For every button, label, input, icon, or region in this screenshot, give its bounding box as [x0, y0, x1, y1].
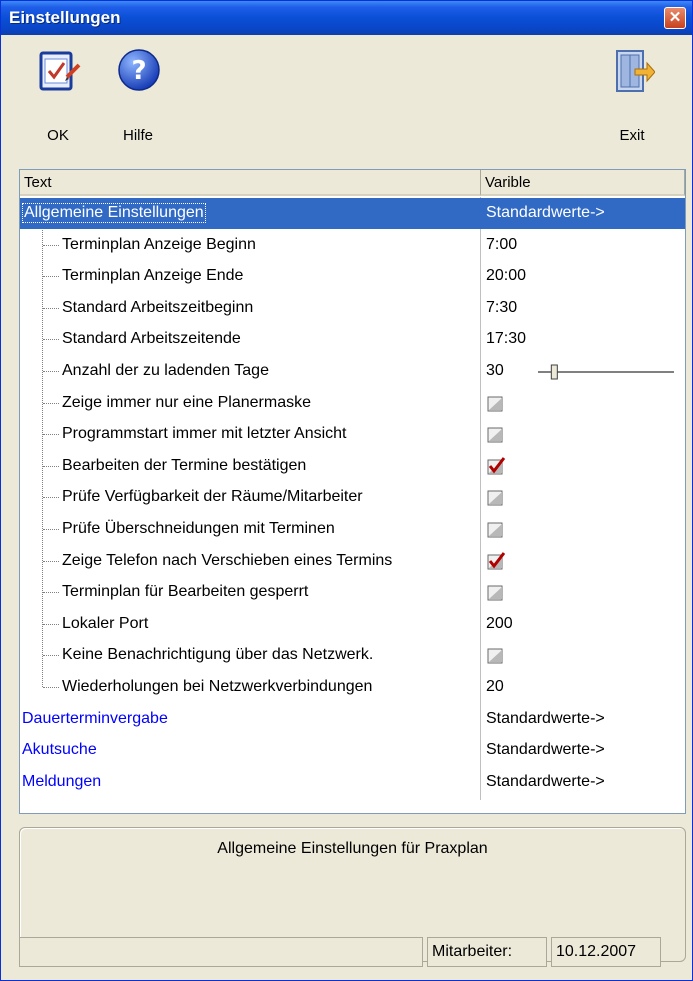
tree-connector: [43, 307, 59, 309]
row-value[interactable]: Standardwerte->: [486, 710, 605, 728]
checkbox-checked[interactable]: [487, 456, 505, 475]
tree-setting-row[interactable]: Terminplan Anzeige Beginn 7:00: [20, 230, 685, 261]
tree-connector: [43, 560, 59, 562]
row-label: Programmstart immer mit letzter Ansicht: [62, 425, 347, 443]
tree-setting-row[interactable]: Terminplan Anzeige Ende 20:00: [20, 261, 685, 292]
checkbox-unchecked[interactable]: [487, 646, 505, 664]
column-header-text[interactable]: Text: [20, 170, 481, 196]
tree-setting-row[interactable]: Standard Arbeitszeitende 17:30: [20, 324, 685, 355]
tree-setting-row[interactable]: Wiederholungen bei Netzwerkverbindungen 2…: [20, 672, 685, 703]
tree-setting-row[interactable]: Lokaler Port 200: [20, 609, 685, 640]
tree-connector: [43, 529, 59, 530]
row-label: Standard Arbeitszeitbeginn: [62, 298, 254, 316]
tree-vertical-connector: [42, 229, 43, 687]
title-bar[interactable]: Einstellungen ✕: [1, 1, 692, 35]
close-icon: ✕: [668, 9, 682, 26]
row-value[interactable]: 200: [486, 615, 513, 633]
tree-setting-row[interactable]: Programmstart immer mit letzter Ansicht: [20, 419, 685, 450]
tree-group-row[interactable]: Allgemeine Einstellungen Standardwerte->: [20, 198, 685, 229]
row-label: Terminplan Anzeige Ende: [62, 267, 244, 285]
tree-setting-row[interactable]: Anzahl der zu ladenden Tage 30: [20, 356, 685, 387]
exit-button[interactable]: Exit: [597, 43, 667, 151]
checkbox-unchecked[interactable]: [487, 520, 505, 538]
question-icon: ?: [118, 49, 160, 91]
row-label: Anzahl der zu ladenden Tage: [62, 362, 269, 379]
tree-group-row[interactable]: Meldungen Standardwerte->: [20, 767, 685, 798]
checkbox-unchecked[interactable]: [487, 583, 505, 601]
row-label: Bearbeiten der Termine bestätigen: [62, 456, 307, 474]
status-bar: Mitarbeiter: 10.12.2007: [19, 937, 686, 971]
tree-connector: [43, 497, 59, 499]
row-value[interactable]: 17:30: [486, 330, 526, 348]
row-value[interactable]: 7:00: [486, 236, 517, 254]
tree-setting-row[interactable]: Bearbeiten der Termine bestätigen: [20, 451, 685, 482]
row-label: Keine Benachrichtigung über das Netzwerk…: [62, 646, 374, 664]
days-slider[interactable]: [536, 363, 676, 381]
status-date: 10.12.2007: [551, 937, 661, 967]
status-staff-label: Mitarbeiter:: [427, 937, 547, 967]
settings-tree[interactable]: Text Varible Allgemeine Einstellungen Sta…: [19, 169, 686, 814]
tree-connector: [43, 687, 59, 688]
tree-connector: [43, 402, 59, 404]
svg-text:?: ?: [131, 56, 146, 86]
row-label: Wiederholungen bei Netzwerkverbindungen: [62, 678, 373, 695]
row-label: Zeige Telefon nach Verschieben eines Ter…: [62, 551, 393, 569]
tree-connector: [43, 244, 59, 246]
checkbox-unchecked[interactable]: [487, 488, 505, 506]
ok-button[interactable]: OK: [23, 43, 93, 151]
row-value[interactable]: 20:00: [486, 267, 526, 285]
row-label: Allgemeine Einstellungen: [22, 203, 206, 223]
column-header-variable[interactable]: Varible: [481, 170, 685, 196]
tree-setting-row[interactable]: Prüfe Überschneidungen mit Terminen: [20, 514, 685, 545]
tree-connector: [43, 434, 59, 436]
row-value[interactable]: 20: [486, 678, 504, 696]
checkbox-checked[interactable]: [487, 551, 505, 570]
tree-connector: [43, 465, 59, 467]
exit-label: Exit: [619, 127, 645, 144]
clipboard-check-icon: [39, 51, 81, 91]
row-value[interactable]: Standardwerte->: [486, 741, 605, 759]
tree-group-row[interactable]: Akutsuche Standardwerte->: [20, 735, 685, 766]
row-value[interactable]: 7:30: [486, 299, 517, 317]
tree-setting-row[interactable]: Standard Arbeitszeitbeginn 7:30: [20, 293, 685, 324]
tree-connector: [43, 592, 59, 594]
row-label: Lokaler Port: [62, 614, 149, 632]
tree-setting-row[interactable]: Keine Benachrichtigung über das Netzwerk…: [20, 640, 685, 671]
help-button[interactable]: ? Hilfe: [103, 43, 173, 151]
tree-connector: [43, 276, 59, 278]
row-label: Terminplan für Bearbeiten gesperrt: [62, 583, 309, 601]
row-value[interactable]: Standardwerte->: [486, 204, 605, 222]
tree-setting-row[interactable]: Zeige immer nur eine Planermaske: [20, 388, 685, 419]
row-label: Prüfe Überschneidungen mit Terminen: [62, 520, 335, 537]
row-label: Standard Arbeitszeitende: [62, 330, 241, 348]
row-value[interactable]: Standardwerte->: [486, 773, 605, 791]
row-label: Zeige immer nur eine Planermaske: [62, 393, 311, 411]
settings-window: Einstellungen ✕ OK ? Hilfe Exit Text Var…: [0, 0, 693, 981]
tree-connector: [43, 623, 59, 625]
checkbox-unchecked[interactable]: [487, 394, 505, 412]
tree-setting-row[interactable]: Zeige Telefon nach Verschieben eines Ter…: [20, 546, 685, 577]
row-label: Dauerterminvergabe: [22, 709, 168, 727]
status-left: [19, 937, 423, 967]
window-title: Einstellungen: [9, 8, 121, 27]
tree-connector: [43, 371, 59, 372]
help-label: Hilfe: [122, 127, 153, 144]
tree-setting-row[interactable]: Prüfe Verfügbarkeit der Räume/Mitarbeite…: [20, 482, 685, 513]
row-label: Prüfe Verfügbarkeit der Räume/Mitarbeite…: [62, 488, 363, 506]
row-label: Akutsuche: [22, 741, 97, 759]
checkbox-unchecked[interactable]: [487, 425, 505, 443]
description-text: Allgemeine Einstellungen für Praxplan: [217, 840, 488, 857]
door-exit-icon: [616, 50, 655, 92]
row-value[interactable]: 30: [486, 362, 504, 380]
toolbar: OK ? Hilfe Exit: [3, 37, 692, 157]
close-button[interactable]: ✕: [664, 7, 686, 29]
row-label: Terminplan Anzeige Beginn: [62, 235, 256, 253]
tree-setting-row[interactable]: Terminplan für Bearbeiten gesperrt: [20, 577, 685, 608]
tree-connector: [43, 655, 59, 657]
tree-connector: [43, 339, 59, 341]
tree-group-row[interactable]: Dauerterminvergabe Standardwerte->: [20, 704, 685, 735]
ok-label: OK: [47, 127, 69, 144]
row-label: Meldungen: [22, 772, 102, 790]
